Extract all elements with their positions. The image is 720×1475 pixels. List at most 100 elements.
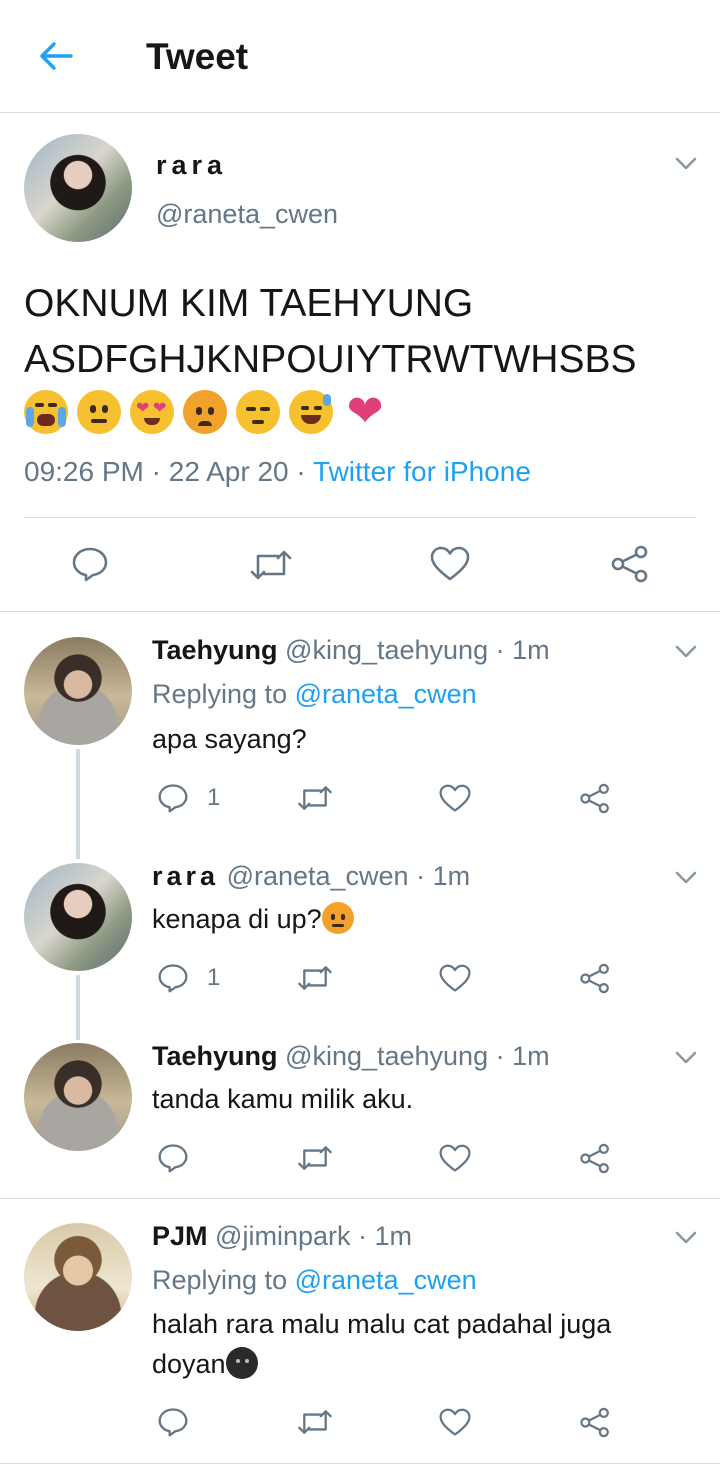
share-button[interactable] [610,545,650,583]
share-button[interactable] [579,1143,611,1174]
retweet-button[interactable] [248,548,294,582]
comment-icon [158,1144,188,1173]
back-arrow-icon [40,42,73,70]
reply-author-handle[interactable]: @raneta_cwen [227,861,409,891]
divider [0,1198,720,1199]
reply-header: Taehyung @king_taehyung · 1m [152,1041,550,1071]
reply-text: kenapa di up? [152,899,354,939]
comment-icon [158,1408,188,1437]
tweet-time: 09:26 PM [24,456,144,487]
heart-icon [430,546,470,581]
reply-text: halah rara malu malu cat padahal juga do… [152,1309,612,1379]
page-title: Tweet [146,36,249,77]
share-button[interactable] [579,963,611,994]
chevron-down-icon [675,871,697,884]
like-button[interactable] [439,1144,471,1173]
tweet-emojis: ❤ ❤ ❤ [24,390,388,434]
tweet-date: 22 Apr 20 [168,456,289,487]
replying-to-link[interactable]: @raneta_cwen [295,1265,477,1295]
comment-icon [72,547,108,582]
top-bar: Tweet [0,0,720,113]
retweet-icon [298,786,332,810]
comment-icon [158,964,188,993]
reply-count: 1 [207,964,221,991]
retweet-button[interactable] [296,1144,334,1172]
like-button[interactable] [439,784,471,813]
heart-icon [439,1144,471,1172]
reply-text: apa sayang? [152,724,307,754]
chevron-down-icon [675,157,697,170]
tweet-text-line: OKNUM KIM TAEHYUNG [24,282,474,325]
author-name[interactable]: rara [156,150,227,181]
heart-icon [439,1408,471,1436]
share-icon [580,963,609,994]
reply-header: Taehyung @king_taehyung · 1m [152,635,550,665]
reply-age: 1m [374,1221,413,1251]
reply-header: PJM @jiminpark · 1m [152,1221,413,1251]
neutral-face-icon [77,390,121,434]
tweet-menu-button[interactable] [673,1228,699,1248]
retweet-icon [250,550,292,580]
retweet-button[interactable] [296,1408,334,1436]
pouting-face-icon [183,390,227,434]
smiling-face-with-heart-eyes-icon: ❤ ❤ [130,390,174,434]
replying-to-link[interactable]: @raneta_cwen [295,679,477,709]
like-button[interactable] [439,964,471,993]
retweet-button[interactable] [296,784,334,812]
heart-emoji-icon: ❤ [346,387,384,436]
reply-button[interactable] [71,546,109,582]
reply-author-name[interactable]: Taehyung [152,1041,278,1071]
divider [0,1463,720,1464]
chevron-down-icon [675,645,697,658]
pouting-face-icon [321,902,354,934]
author-avatar[interactable] [24,134,132,242]
tweet-source-link[interactable]: Twitter for iPhone [313,456,531,487]
reply-button[interactable] [157,1407,189,1437]
new-moon-face-icon [225,1347,258,1379]
share-button[interactable] [579,783,611,814]
tweet-text: OKNUM KIM TAEHYUNG ASDFGHJKNPOUIYTRWTWHS… [24,276,704,388]
retweet-button[interactable] [296,964,334,992]
retweet-icon [298,1410,332,1434]
divider [24,517,696,518]
reply-avatar[interactable] [24,863,132,971]
reply-author-handle[interactable]: @jiminpark [215,1221,350,1251]
divider [0,611,720,612]
comment-icon [158,784,188,813]
replying-to: Replying to @raneta_cwen [152,1265,477,1295]
heart-icon [439,964,471,992]
tweet-menu-button[interactable] [673,868,699,888]
share-icon [611,545,648,583]
author-handle[interactable]: @raneta_cwen [156,199,338,230]
tweet-menu-button[interactable] [673,642,699,662]
reply-button[interactable] [157,1143,189,1173]
reply-author-name[interactable]: PJM [152,1221,208,1251]
like-button[interactable] [430,546,470,582]
reply-avatar[interactable] [24,1043,132,1151]
reply-author-name[interactable]: rara [152,861,219,891]
tweet-menu-button[interactable] [673,154,699,174]
reply-text: tanda kamu milik aku. [152,1084,414,1114]
reply-age: 1m [512,635,550,665]
tweet-meta: 09:26 PM · 22 Apr 20 · Twitter for iPhon… [24,456,531,487]
share-icon [580,1407,609,1438]
like-button[interactable] [439,1408,471,1437]
reply-button[interactable]: 1 [157,963,220,993]
tweet-menu-button[interactable] [673,1048,699,1068]
reply-author-handle[interactable]: @king_taehyung [285,1041,488,1071]
back-button[interactable] [30,30,82,82]
grinning-sweat-face-icon [289,390,333,434]
retweet-icon [298,1146,332,1170]
replying-to: Replying to @raneta_cwen [152,679,477,709]
thread-connector [76,975,80,1040]
share-button[interactable] [579,1407,611,1438]
retweet-icon [298,966,332,990]
share-icon [580,783,609,814]
reply-avatar[interactable] [24,637,132,745]
reply-author-handle[interactable]: @king_taehyung [285,635,488,665]
reply-age: 1m [432,861,471,891]
reply-avatar[interactable] [24,1223,132,1331]
share-icon [580,1143,609,1174]
reply-button[interactable]: 1 [157,783,220,813]
reply-author-name[interactable]: Taehyung [152,635,278,665]
